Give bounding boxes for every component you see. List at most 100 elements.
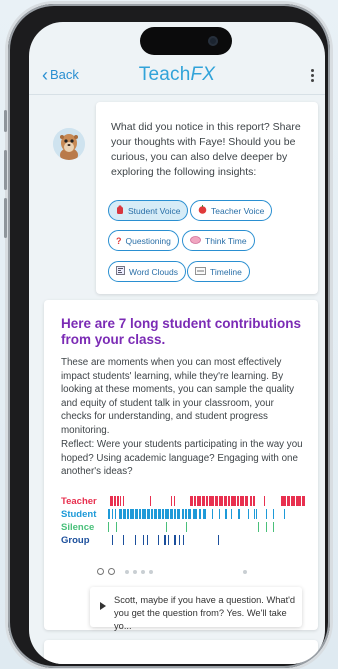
timeline-marker[interactable] — [125, 569, 129, 574]
timeline-marker[interactable] — [149, 569, 153, 574]
student-contributions-card: Here are 7 long student contributions fr… — [44, 300, 318, 631]
teacher-voice-label: Teacher Voice — [211, 205, 265, 216]
timeline-button[interactable]: Timeline — [187, 261, 250, 282]
timeline-segment — [206, 496, 208, 506]
brain-icon — [190, 235, 201, 246]
timeline-segment — [147, 535, 148, 545]
timeline-segment — [209, 496, 214, 506]
legend-silence: Silence — [61, 522, 95, 533]
timeline-segment — [168, 535, 169, 545]
timeline-segment — [237, 496, 239, 506]
timeline-marker[interactable] — [141, 569, 145, 574]
timeline-segment — [245, 496, 248, 506]
header-divider — [29, 94, 325, 95]
reflect-paragraph: Reflect: Were your students participatin… — [61, 439, 303, 478]
timeline-segment — [135, 535, 136, 545]
timeline-segment — [154, 509, 157, 519]
timeline-segment — [112, 509, 113, 519]
timeline-segment — [117, 496, 119, 506]
timeline-segment — [266, 509, 267, 519]
word-cloud-icon — [116, 266, 125, 277]
timeline-segment — [291, 496, 295, 506]
timeline-segment — [238, 509, 240, 519]
timeline-segment — [225, 509, 227, 519]
top-navigation-bar: ‹ Back TeachFX — [29, 60, 325, 92]
timeline-segment — [215, 496, 218, 506]
timeline-segment — [174, 496, 175, 506]
timeline-segment — [119, 509, 122, 519]
dynamic-island — [140, 27, 232, 55]
timeline-segment — [281, 496, 286, 506]
timeline-segment — [147, 509, 150, 519]
more-options-icon[interactable] — [311, 69, 315, 84]
think-time-button[interactable]: Think Time — [182, 230, 255, 251]
teacher-voice-icon — [198, 205, 207, 216]
timeline-segment — [120, 496, 121, 506]
timeline-marker[interactable] — [133, 569, 137, 574]
timeline-segment — [199, 509, 201, 519]
transcript-text: Scott, maybe if you have a question. Wha… — [114, 595, 296, 631]
timeline-segment — [166, 522, 167, 532]
timeline-segment — [273, 509, 274, 519]
timeline-segment — [164, 535, 166, 545]
legend-teacher: Teacher — [61, 496, 97, 507]
questioning-button[interactable]: ? Questioning — [108, 230, 179, 251]
teacher-timeline-track — [108, 496, 306, 506]
avatar — [53, 128, 85, 160]
timeline-segment — [139, 509, 141, 519]
timeline-segment — [219, 496, 223, 506]
phone-volume-up — [4, 150, 7, 190]
timeline-segment — [218, 535, 219, 545]
timeline-marker[interactable] — [97, 568, 104, 575]
timeline-segment — [165, 509, 169, 519]
timeline-segment — [231, 509, 232, 519]
student-voice-button[interactable]: Student Voice — [108, 200, 189, 221]
intro-message: What did you notice in this report? Shar… — [111, 121, 301, 178]
legend-group: Group — [61, 535, 90, 546]
timeline-segment — [143, 535, 144, 545]
timeline-segment — [150, 496, 151, 506]
phone-volume-down — [4, 198, 7, 238]
student-voice-label: Student Voice — [128, 205, 181, 216]
timeline-segment — [108, 522, 109, 532]
next-card-peek — [44, 640, 318, 664]
group-timeline-track — [108, 535, 306, 545]
timeline-segment — [174, 509, 176, 519]
think-time-label: Think Time — [205, 235, 247, 246]
timeline-segment — [248, 509, 249, 519]
teacher-voice-button[interactable]: Teacher Voice — [190, 200, 273, 221]
timeline-segment — [219, 509, 220, 519]
timeline-segment — [123, 535, 124, 545]
report-paragraph: These are moments when you can most effe… — [61, 357, 295, 436]
timeline-segment — [203, 509, 206, 519]
timeline-segment — [158, 509, 161, 519]
timeline-icon — [195, 266, 206, 277]
questioning-label: Questioning — [125, 235, 171, 246]
timeline-segment — [256, 509, 257, 519]
question-icon: ? — [116, 235, 122, 246]
timeline-segment — [258, 522, 259, 532]
legend-student: Student — [61, 509, 97, 520]
timeline-marker[interactable] — [108, 568, 115, 575]
timeline-segment — [130, 509, 134, 519]
timeline-segment — [123, 496, 124, 506]
word-clouds-label: Word Clouds — [129, 266, 178, 277]
timeline-segment — [115, 509, 116, 519]
logo-text-fx: FX — [190, 64, 216, 85]
timeline-label: Timeline — [210, 266, 242, 277]
timeline-segment — [182, 509, 184, 519]
transcript-excerpt[interactable]: Scott, maybe if you have a question. Wha… — [90, 587, 302, 631]
timeline-segment — [193, 509, 197, 519]
timeline-segment — [170, 509, 173, 519]
play-icon[interactable] — [100, 602, 106, 610]
app-screen: ‹ Back TeachFX What did you notice in th… — [29, 22, 325, 664]
timeline-segment — [186, 522, 187, 532]
timeline-segment — [174, 535, 176, 545]
timeline-segment — [171, 496, 172, 506]
timeline-segment — [185, 509, 187, 519]
timeline-segment — [197, 496, 201, 506]
word-clouds-button[interactable]: Word Clouds — [108, 261, 186, 282]
timeline-segment — [190, 496, 193, 506]
timeline-marker[interactable] — [243, 569, 247, 574]
timeline-segment — [142, 509, 146, 519]
